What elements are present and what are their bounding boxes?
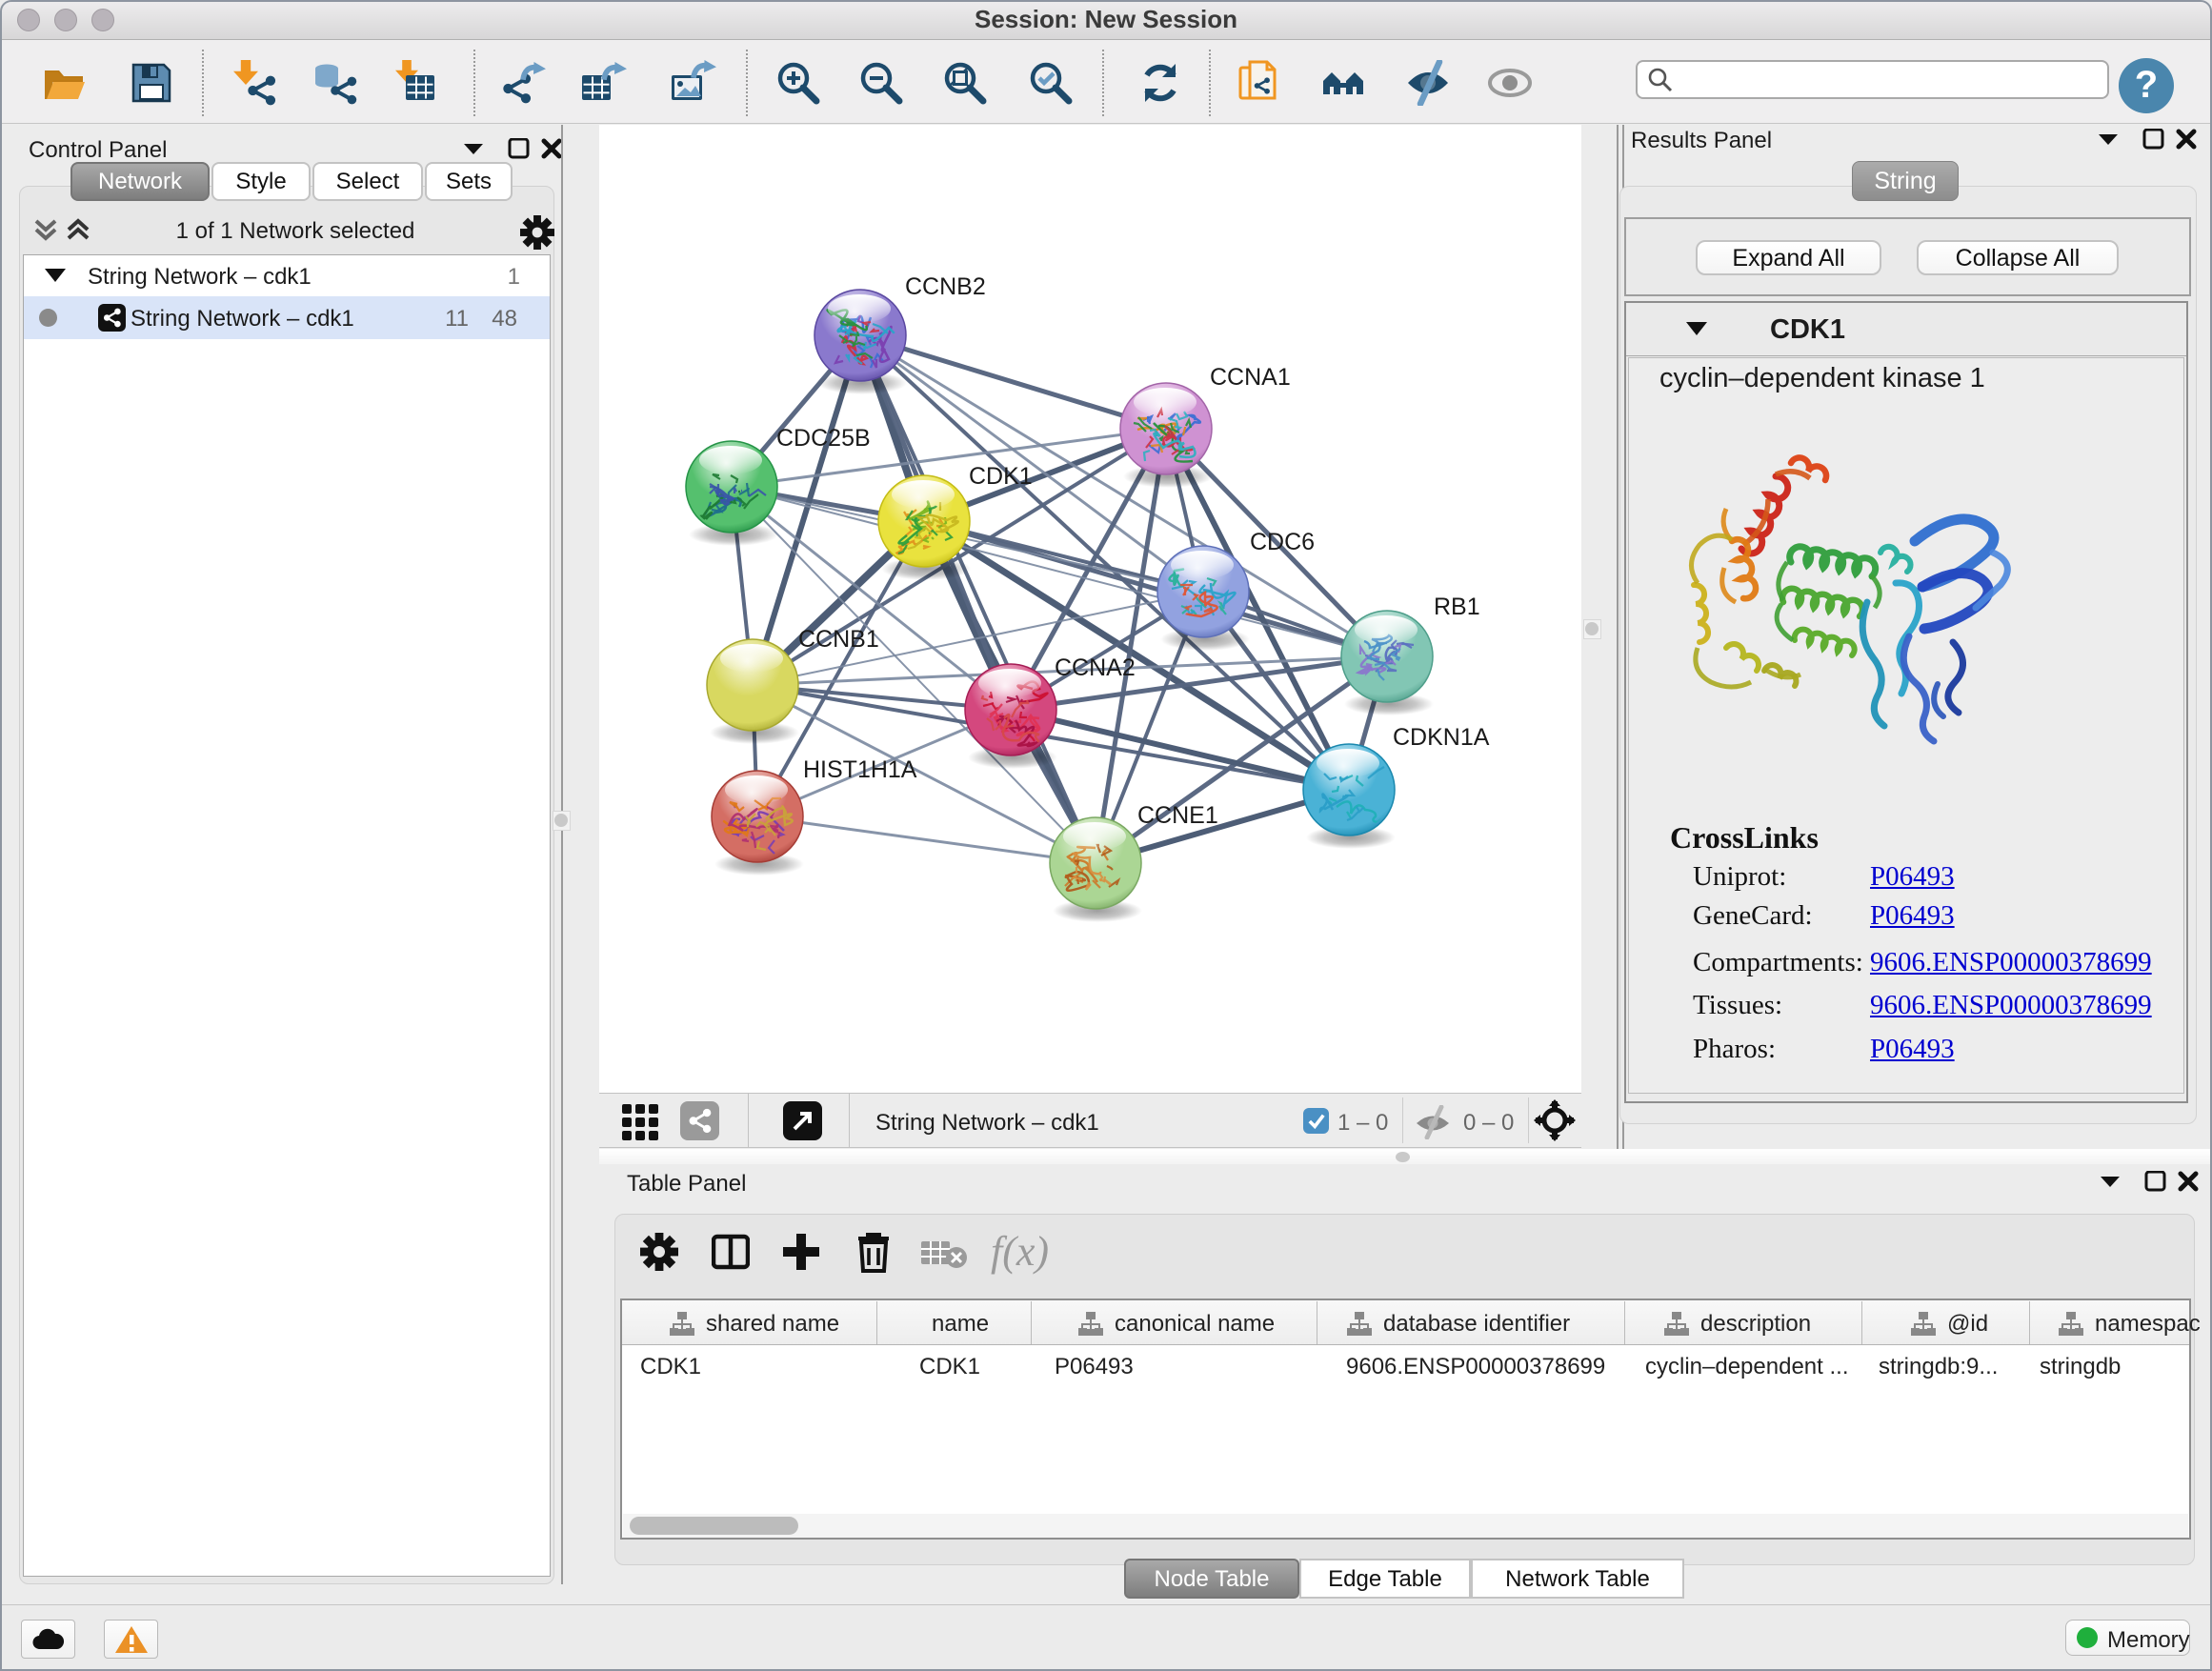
svg-text:CDC25B: CDC25B (776, 425, 871, 452)
svg-text:CCNA2: CCNA2 (1055, 654, 1136, 681)
svg-text:CCNA1: CCNA1 (1210, 364, 1291, 391)
svg-text:CDC6: CDC6 (1250, 529, 1315, 555)
svg-text:CDK1: CDK1 (969, 463, 1033, 490)
svg-text:CDKN1A: CDKN1A (1393, 724, 1490, 751)
svg-text:CCNB1: CCNB1 (798, 626, 879, 653)
svg-text:HIST1H1A: HIST1H1A (803, 756, 917, 783)
svg-text:CCNB2: CCNB2 (905, 273, 986, 300)
svg-text:RB1: RB1 (1434, 594, 1480, 620)
svg-text:CCNE1: CCNE1 (1137, 802, 1218, 829)
